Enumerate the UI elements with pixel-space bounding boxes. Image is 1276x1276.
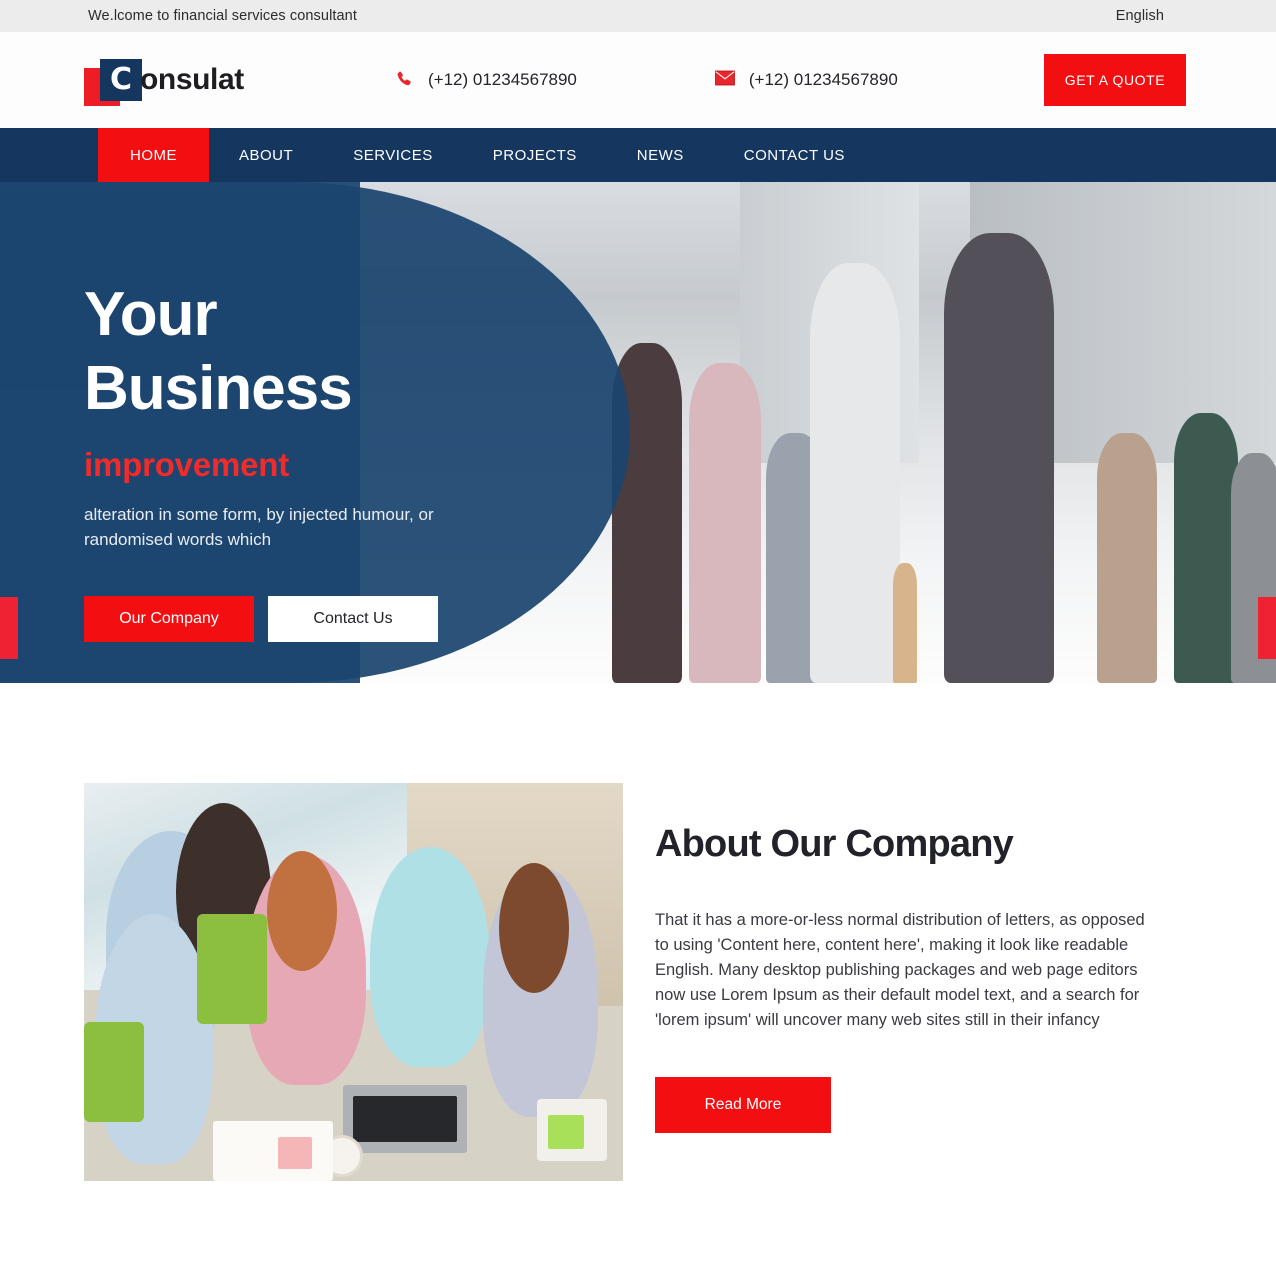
about-photo-sticky-note [547, 1115, 584, 1150]
nav-item-projects[interactable]: PROJECTS [463, 128, 607, 182]
hero-title: Your Business [84, 278, 564, 426]
get-a-quote-button[interactable]: GET A QUOTE [1044, 54, 1186, 106]
about-photo-chair [197, 914, 268, 1025]
hero-title-line-2: Business [84, 354, 353, 423]
nav-item-contact-us[interactable]: CONTACT US [714, 128, 875, 182]
hero-photo-person [1097, 433, 1158, 683]
contact-us-button[interactable]: Contact Us [268, 596, 438, 642]
hero-photo-person [1173, 413, 1238, 683]
about-photo-person [499, 862, 570, 993]
header-phone[interactable]: (+12) 01234567890 [394, 70, 577, 90]
site-header: C onsulat (+12) 01234567890 (+12) 012345… [0, 32, 1276, 128]
nav-item-news[interactable]: NEWS [607, 128, 714, 182]
hero-photo-person [689, 363, 762, 683]
hero-photo-person [810, 263, 901, 683]
nav-item-about[interactable]: ABOUT [209, 128, 323, 182]
about-heading: About Our Company [655, 823, 1014, 865]
header-email-number: (+12) 01234567890 [748, 70, 898, 89]
about-photo-person [267, 850, 338, 971]
about-photo-sticky-note [278, 1137, 313, 1170]
header-phone-number: (+12) 01234567890 [428, 70, 577, 89]
nav-item-home[interactable]: HOME [98, 128, 209, 182]
about-photo-paper [213, 1121, 334, 1181]
about-text-column: About Our Company That it has a more-or-… [655, 783, 1192, 1181]
about-photo-person [369, 846, 490, 1067]
site-logo[interactable]: C onsulat [84, 54, 284, 106]
logo-wordmark: onsulat [140, 63, 244, 96]
header-contact-group: (+12) 01234567890 (+12) 01234567890 [394, 70, 898, 90]
hero-title-line-1: Your [84, 280, 218, 349]
hero-slider: Your Business improvement alteration in … [0, 182, 1276, 683]
main-navigation: HOME ABOUT SERVICES PROJECTS NEWS CONTAC… [0, 128, 1276, 182]
hero-photo-person [893, 563, 918, 683]
hero-button-group: Our Company Contact Us [84, 596, 564, 642]
mail-icon [714, 70, 735, 90]
about-section: About Our Company That it has a more-or-… [0, 683, 1276, 1181]
logo-navy-square-icon: C [100, 59, 142, 101]
slider-next-arrow[interactable] [1258, 597, 1276, 659]
about-team-photo [84, 783, 623, 1181]
phone-icon [394, 70, 414, 90]
about-body-text: That it has a more-or-less normal distri… [655, 911, 1145, 1029]
top-bar: We.lcome to financial services consultan… [0, 0, 1276, 32]
language-selector[interactable]: English [1116, 8, 1164, 24]
logo-letter: C [109, 62, 133, 97]
hero-subtitle: alteration in some form, by injected hum… [84, 505, 434, 549]
our-company-button[interactable]: Our Company [84, 596, 254, 642]
nav-item-services[interactable]: SERVICES [323, 128, 463, 182]
hero-accent-text: improvement [84, 446, 290, 483]
about-photo-laptop [342, 1085, 467, 1154]
about-photo-chair [84, 1021, 144, 1122]
slider-prev-arrow[interactable] [0, 597, 18, 659]
read-more-button[interactable]: Read More [655, 1077, 831, 1133]
header-email[interactable]: (+12) 01234567890 [714, 70, 898, 90]
hero-content: Your Business improvement alteration in … [84, 278, 564, 642]
welcome-message: We.lcome to financial services consultan… [88, 8, 357, 24]
hero-photo-person [944, 233, 1055, 683]
